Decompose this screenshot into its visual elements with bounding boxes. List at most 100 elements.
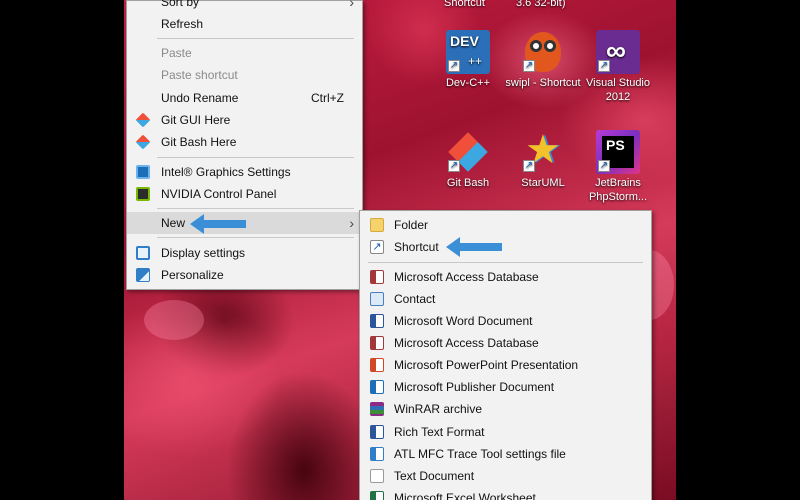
menu-item-label: Sort by <box>161 0 200 9</box>
new-submenu: Folder ↗ Shortcut Microsoft Access Datab… <box>359 210 652 500</box>
shortcut-icon: ↗ <box>370 240 384 254</box>
menu-item-label: Paste shortcut <box>161 68 238 82</box>
desktop-icon-label: 3.6 32-bit) <box>516 0 566 9</box>
menu-item-refresh[interactable]: Refresh <box>127 13 362 35</box>
excel-icon <box>370 491 384 500</box>
menu-item-display-settings[interactable]: Display settings <box>127 242 362 264</box>
desktop-icon-label: Shortcut <box>444 0 485 9</box>
wallpaper-foliage <box>144 300 204 340</box>
personalize-icon <box>136 268 150 282</box>
menu-item-label: Intel® Graphics Settings <box>161 165 291 179</box>
menu-item-label: ATL MFC Trace Tool settings file <box>394 447 566 461</box>
submenu-item-access-database-2[interactable]: Microsoft Access Database <box>360 332 651 354</box>
desktop-icon-label: Visual Studio 2012 <box>585 77 650 103</box>
git-bash-icon: ↗ <box>446 130 490 174</box>
git-bash-icon <box>135 134 151 150</box>
submenu-item-atl-mfc-trace[interactable]: ATL MFC Trace Tool settings file <box>360 443 651 465</box>
submenu-item-excel[interactable]: Microsoft Excel Worksheet <box>360 487 651 500</box>
text-document-icon <box>370 469 384 483</box>
annotation-arrow <box>190 214 246 234</box>
menu-item-label: Refresh <box>161 17 204 31</box>
desktop-icon-git-bash[interactable]: ↗ Git Bash <box>430 130 506 190</box>
menu-item-label: Undo Rename <box>161 91 239 105</box>
display-icon <box>136 246 150 260</box>
submenu-item-powerpoint[interactable]: Microsoft PowerPoint Presentation <box>360 354 651 376</box>
devcpp-badge: DEV <box>450 33 479 49</box>
menu-item-paste[interactable]: Paste <box>127 42 362 64</box>
shortcut-key: Ctrl+Z <box>311 91 344 105</box>
intel-graphics-icon <box>136 165 150 179</box>
desktop-icon-label: StarUML <box>521 177 565 189</box>
annotation-arrow <box>446 237 502 257</box>
menu-item-label: NVIDIA Control Panel <box>161 187 277 201</box>
submenu-item-folder[interactable]: Folder <box>360 214 651 236</box>
chevron-right-icon: › <box>349 215 354 231</box>
rich-text-icon <box>370 425 384 439</box>
menu-item-label: WinRAR archive <box>394 402 483 416</box>
visual-studio-icon: ∞ ↗ <box>596 30 640 74</box>
menu-item-label: Display settings <box>161 246 246 260</box>
menu-item-label: Git Bash Here <box>161 135 237 149</box>
contact-icon <box>370 292 384 306</box>
menu-item-undo-rename[interactable]: Undo Rename Ctrl+Z <box>127 87 362 109</box>
folder-icon <box>370 218 384 232</box>
menu-item-intel-graphics[interactable]: Intel® Graphics Settings <box>127 161 362 183</box>
menu-item-nvidia-control-panel[interactable]: NVIDIA Control Panel <box>127 183 362 205</box>
submenu-item-text-document[interactable]: Text Document <box>360 465 651 487</box>
desktop-context-menu: Sort by › Refresh Paste Paste shortcut U… <box>126 0 363 290</box>
menu-item-label: Folder <box>394 218 429 232</box>
menu-separator <box>157 157 354 158</box>
menu-item-label: Paste <box>161 46 192 60</box>
menu-item-label: Microsoft Publisher Document <box>394 380 555 394</box>
shortcut-arrow-icon: ↗ <box>598 160 610 172</box>
submenu-item-publisher[interactable]: Microsoft Publisher Document <box>360 376 651 398</box>
shortcut-arrow-icon: ↗ <box>448 60 460 72</box>
owl-icon: ↗ <box>521 30 565 74</box>
menu-item-label: Microsoft Excel Worksheet <box>394 491 536 500</box>
submenu-item-access-database[interactable]: Microsoft Access Database <box>360 266 651 288</box>
nvidia-icon <box>136 187 150 201</box>
plus-icon: ++ <box>468 54 483 68</box>
settings-file-icon <box>370 447 384 461</box>
menu-item-label: New <box>161 216 186 230</box>
desktop-icon-label: Git Bash <box>446 177 490 189</box>
menu-item-label: Microsoft Access Database <box>394 270 539 284</box>
git-gui-icon <box>135 112 151 128</box>
desktop-icon-staruml[interactable]: ★ ↗ StarUML <box>505 128 581 190</box>
submenu-item-word-document[interactable]: Microsoft Word Document <box>360 310 651 332</box>
powerpoint-icon <box>370 358 384 372</box>
desktop-icon-devcpp[interactable]: DEV ++ ↗ Dev-C++ <box>430 30 506 90</box>
chevron-right-icon: › <box>349 0 354 10</box>
star-icon: ★ ↗ <box>523 128 561 172</box>
publisher-icon <box>370 380 384 394</box>
submenu-item-shortcut[interactable]: ↗ Shortcut <box>360 236 651 258</box>
menu-item-personalize[interactable]: Personalize <box>127 264 362 286</box>
word-icon <box>370 314 384 328</box>
desktop-icon-visual-studio[interactable]: ∞ ↗ Visual Studio 2012 <box>580 30 656 104</box>
winrar-icon <box>370 402 384 416</box>
menu-item-label: Microsoft Access Database <box>394 336 539 350</box>
shortcut-arrow-icon: ↗ <box>523 160 535 172</box>
shortcut-arrow-icon: ↗ <box>598 60 610 72</box>
desktop-icon-label: Dev-C++ <box>445 77 491 89</box>
menu-item-label: Contact <box>394 292 436 306</box>
desktop-icon-swipl[interactable]: ↗ swipl - Shortcut <box>505 30 581 90</box>
devcpp-icon: DEV ++ ↗ <box>446 30 490 74</box>
menu-item-paste-shortcut[interactable]: Paste shortcut <box>127 64 362 86</box>
desktop-icon-label: swipl - Shortcut <box>505 77 581 89</box>
menu-item-label: Microsoft PowerPoint Presentation <box>394 358 579 372</box>
desktop-icon-phpstorm[interactable]: PS ↗ JetBrains PhpStorm... <box>580 130 656 204</box>
access-icon <box>370 270 384 284</box>
menu-item-git-bash-here[interactable]: Git Bash Here <box>127 131 362 153</box>
menu-item-label: Rich Text Format <box>394 425 485 439</box>
menu-separator <box>157 38 354 39</box>
menu-item-git-gui-here[interactable]: Git GUI Here <box>127 109 362 131</box>
submenu-item-contact[interactable]: Contact <box>360 288 651 310</box>
menu-item-label: Shortcut <box>394 240 439 254</box>
submenu-item-winrar[interactable]: WinRAR archive <box>360 398 651 420</box>
menu-item-sort-by[interactable]: Sort by › <box>127 0 362 13</box>
submenu-item-rich-text[interactable]: Rich Text Format <box>360 421 651 443</box>
menu-separator <box>368 262 643 263</box>
phpstorm-icon: PS ↗ <box>596 130 640 174</box>
menu-item-label: Microsoft Word Document <box>394 314 533 328</box>
